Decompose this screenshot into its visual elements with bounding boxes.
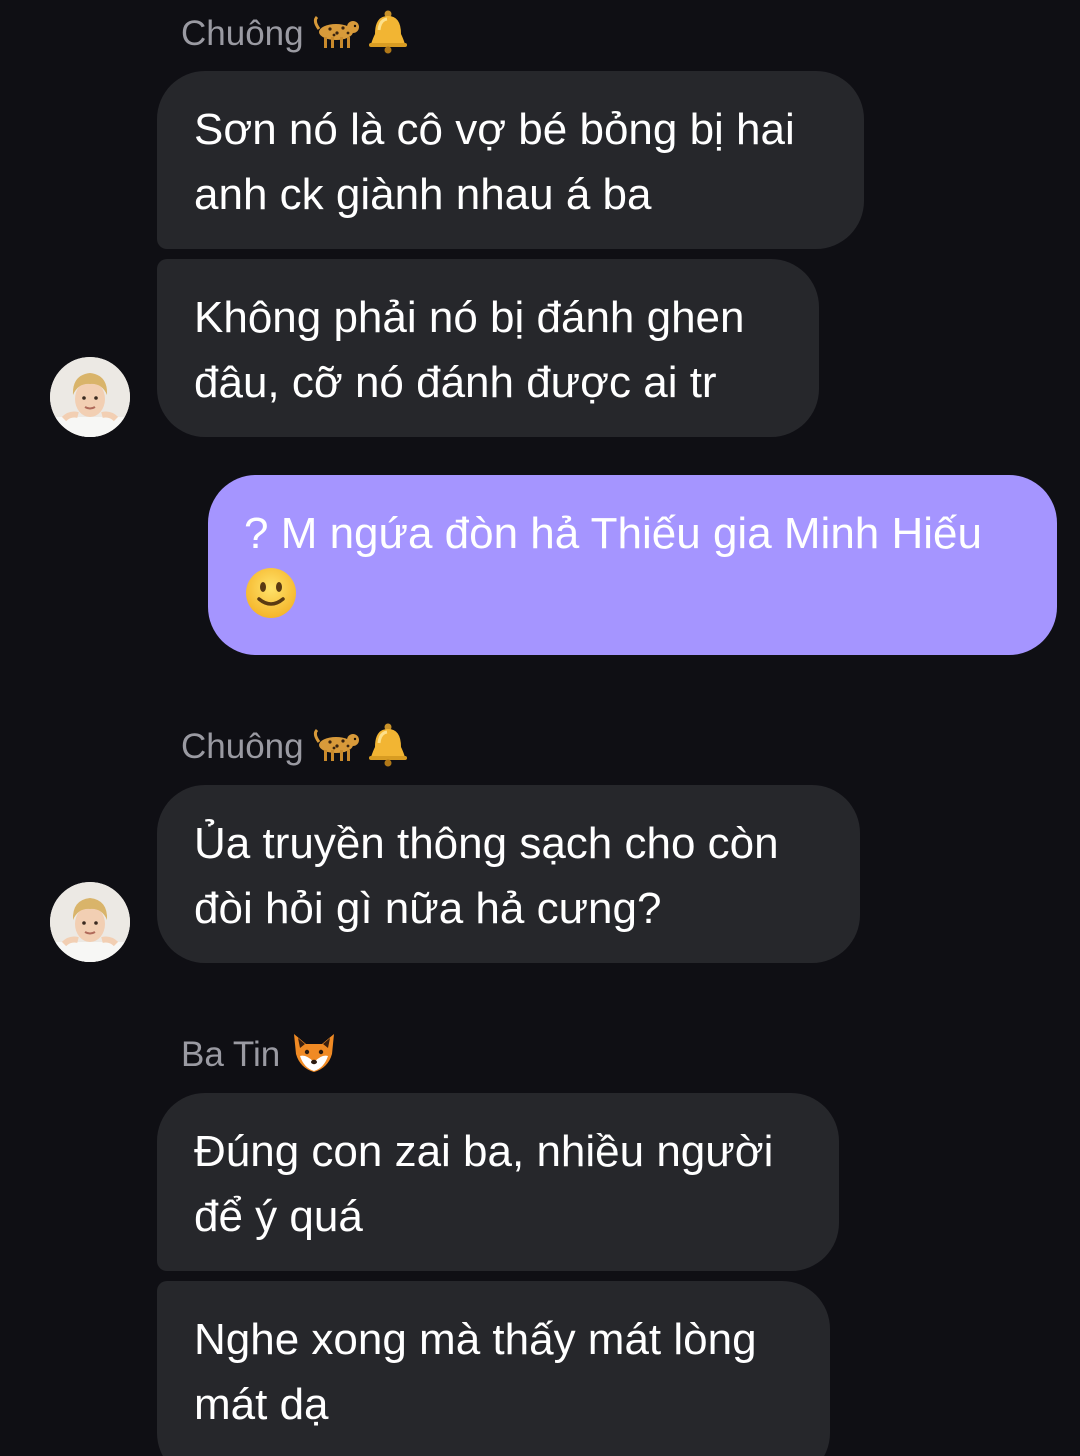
avatar[interactable]: [50, 882, 130, 962]
fox-face-icon: [290, 1030, 338, 1083]
message-text: Đúng con zai ba, nhiều người để ý quá: [194, 1127, 774, 1241]
sender-name-text: Chuông: [181, 13, 304, 53]
bell-icon: [363, 8, 413, 63]
message-bubble: Ủa truyền thông sạch cho còn đòi hỏi gì …: [157, 785, 860, 963]
avatar-image: [50, 357, 130, 437]
sender-name-text: Chuông: [181, 726, 304, 766]
message-text: Sơn nó là cô vợ bé bỏng bị hai anh ck gi…: [194, 105, 795, 219]
message-bubble: Đúng con zai ba, nhiều người để ý quá: [157, 1093, 839, 1271]
cheetah-icon: [313, 11, 363, 60]
message-bubble: Không phải nó bị đánh ghen đâu, cỡ nó đá…: [157, 259, 819, 437]
sender-name: Ba Tin: [181, 1030, 338, 1083]
bell-icon: [363, 721, 413, 776]
own-message-bubble: ? M ngứa đòn hả Thiếu gia Minh Hiếu: [208, 475, 1057, 655]
cheetah-icon: [313, 724, 363, 773]
message-bubble: Nghe xong mà thấy mát lòng mát dạ: [157, 1281, 830, 1456]
sender-name: Chuông: [181, 721, 413, 776]
message-text: Không phải nó bị đánh ghen đâu, cỡ nó đá…: [194, 293, 745, 407]
avatar[interactable]: [50, 357, 130, 437]
slightly-smiling-face-icon: [244, 566, 298, 638]
chat-thread: Chuông Sơn nó là cô vợ bé bỏng bị hai an…: [0, 0, 1080, 1456]
sender-name: Chuông: [181, 8, 413, 63]
message-text: Ủa truyền thông sạch cho còn đòi hỏi gì …: [194, 819, 779, 933]
sender-name-text: Ba Tin: [181, 1034, 281, 1074]
message-text: ? M ngứa đòn hả Thiếu gia Minh Hiếu: [244, 509, 982, 558]
message-text: Nghe xong mà thấy mát lòng mát dạ: [194, 1315, 757, 1429]
avatar-image: [50, 882, 130, 962]
message-bubble: Sơn nó là cô vợ bé bỏng bị hai anh ck gi…: [157, 71, 864, 249]
